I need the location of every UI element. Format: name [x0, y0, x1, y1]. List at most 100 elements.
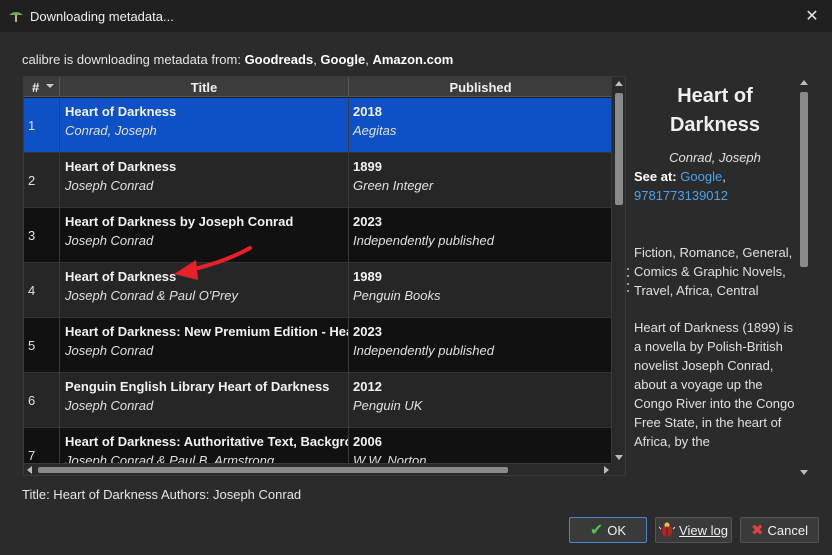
details-description: Heart of Darkness (1899) is a novella by… — [634, 320, 795, 449]
column-number-label: # — [32, 79, 40, 95]
cancel-icon: ✖ — [750, 522, 764, 539]
book-author: Joseph Conrad — [65, 178, 154, 193]
book-title: Heart of Darkness: Authoritative Text, B… — [65, 434, 349, 449]
book-author: Joseph Conrad — [65, 398, 154, 413]
close-button[interactable]: ✕ — [800, 4, 824, 28]
scroll-up-icon[interactable] — [800, 80, 808, 85]
book-title: Heart of Darkness: New Premium Edition -… — [65, 324, 349, 339]
table-body: 1 Heart of Darkness Conrad, Joseph 2018 … — [24, 98, 612, 464]
results-table[interactable]: # Title Published 1 Heart of Darkness Co… — [23, 76, 626, 476]
details-genres: Fiction, Romance, General, Comics & Grap… — [634, 245, 793, 298]
table-row[interactable]: 1 Heart of Darkness Conrad, Joseph 2018 … — [24, 98, 612, 153]
publish-year: 1989 — [353, 269, 382, 284]
publish-year: 2023 — [353, 214, 382, 229]
view-log-button[interactable]: View log — [655, 517, 732, 543]
row-number: 3 — [24, 208, 60, 263]
splitter-dot — [627, 268, 629, 270]
source-google: Google — [320, 52, 366, 67]
publish-year: 1899 — [353, 159, 382, 174]
scroll-down-icon[interactable] — [800, 470, 808, 475]
window-title: Downloading metadata... — [30, 8, 174, 24]
publisher: Penguin UK — [353, 398, 423, 413]
published-cell: 1899 Green Integer — [349, 153, 612, 208]
see-at: See at: Google, 9781773139012 — [630, 167, 812, 205]
book-title: Heart of Darkness by Joseph Conrad — [65, 214, 294, 229]
title-bar: Downloading metadata... ✕ — [0, 0, 832, 32]
row-number: 6 — [24, 373, 60, 428]
ok-label: OK — [607, 522, 627, 538]
row-number: 5 — [24, 318, 60, 373]
column-header-title[interactable]: Title — [60, 77, 349, 97]
publish-year: 2012 — [353, 379, 382, 394]
publish-year: 2006 — [353, 434, 382, 449]
link-isbn[interactable]: 9781773139012 — [634, 188, 728, 203]
row-number: 7 — [24, 428, 60, 464]
publish-year: 2023 — [353, 324, 382, 339]
published-cell: 2018 Aegitas — [349, 98, 612, 153]
see-at-label: See at: — [634, 169, 677, 184]
publisher: Penguin Books — [353, 288, 441, 303]
link-sep: , — [722, 169, 726, 184]
scrollbar-corner — [611, 463, 625, 475]
scroll-down-icon[interactable] — [615, 455, 623, 460]
row-number: 2 — [24, 153, 60, 208]
link-google[interactable]: Google — [680, 169, 722, 184]
view-log-label: View log — [679, 522, 728, 538]
table-row[interactable]: 4 Heart of Darkness Joseph Conrad & Paul… — [24, 263, 612, 318]
row-number: 4 — [24, 263, 60, 318]
book-title: Heart of Darkness — [65, 159, 177, 174]
book-author: Conrad, Joseph — [65, 123, 157, 138]
table-row[interactable]: 7 Heart of Darkness: Authoritative Text,… — [24, 428, 612, 464]
column-header-number[interactable]: # — [24, 77, 60, 97]
scrollbar-thumb[interactable] — [38, 467, 508, 473]
title-cell: Heart of Darkness Joseph Conrad & Paul O… — [60, 263, 349, 318]
published-cell: 2012 Penguin UK — [349, 373, 612, 428]
table-row[interactable]: 6 Penguin English Library Heart of Darkn… — [24, 373, 612, 428]
splitter-dot — [627, 282, 629, 285]
details-title: Heart of Darkness — [669, 85, 761, 136]
book-author: Joseph Conrad & Paul O'Prey — [65, 288, 239, 303]
cancel-button[interactable]: ✖ Cancel — [740, 517, 819, 543]
selection-summary: Title: Heart of Darkness Authors: Joseph… — [22, 487, 302, 502]
publisher: Independently published — [353, 233, 494, 248]
table-vertical-scrollbar[interactable] — [611, 77, 625, 464]
table-row[interactable]: 5 Heart of Darkness: New Premium Edition… — [24, 318, 612, 373]
column-header-published[interactable]: Published — [349, 77, 612, 97]
publish-year: 2018 — [353, 104, 382, 119]
scroll-left-icon[interactable] — [27, 466, 32, 474]
splitter-dot — [627, 275, 629, 278]
book-title: Penguin English Library Heart of Darknes… — [65, 379, 330, 394]
scrollbar-thumb[interactable] — [800, 92, 808, 267]
details-scrollbar[interactable] — [797, 76, 811, 479]
table-row[interactable]: 2 Heart of Darkness Joseph Conrad 1899 G… — [24, 153, 612, 208]
splitter-dot — [627, 289, 629, 292]
book-author: Joseph Conrad — [65, 233, 154, 248]
title-cell: Heart of Darkness Conrad, Joseph — [60, 98, 349, 153]
source-goodreads: Goodreads — [244, 52, 314, 67]
table-header: # Title Published — [24, 77, 612, 97]
title-cell: Penguin English Library Heart of Darknes… — [60, 373, 349, 428]
scrollbar-thumb[interactable] — [615, 93, 623, 205]
cancel-label: Cancel — [767, 522, 809, 538]
publisher: Aegitas — [353, 123, 397, 138]
calibre-icon — [9, 12, 23, 22]
ok-button[interactable]: ✔ OK — [569, 517, 647, 543]
source-prefix: calibre is downloading metadata from: — [22, 52, 245, 67]
title-cell: Heart of Darkness Joseph Conrad — [60, 153, 349, 208]
book-title: Heart of Darkness — [65, 104, 177, 119]
details-panel: Heart of Darkness Conrad, Joseph See at:… — [630, 76, 812, 479]
table-horizontal-scrollbar[interactable] — [24, 463, 612, 475]
publisher: Green Integer — [353, 178, 434, 193]
bug-icon — [659, 522, 676, 537]
scroll-up-icon[interactable] — [615, 81, 623, 86]
publisher: Independently published — [353, 343, 494, 358]
published-cell: 2023 Independently published — [349, 208, 612, 263]
table-row[interactable]: 3 Heart of Darkness by Joseph Conrad Jos… — [24, 208, 612, 263]
scroll-right-icon[interactable] — [604, 466, 609, 474]
published-cell: 1989 Penguin Books — [349, 263, 612, 318]
published-cell: 2006 W.W. Norton — [349, 428, 612, 464]
title-cell: Heart of Darkness: New Premium Edition -… — [60, 318, 349, 373]
title-cell: Heart of Darkness: Authoritative Text, B… — [60, 428, 349, 464]
checkmark-icon: ✔ — [589, 522, 604, 539]
book-author: Joseph Conrad — [65, 343, 154, 358]
